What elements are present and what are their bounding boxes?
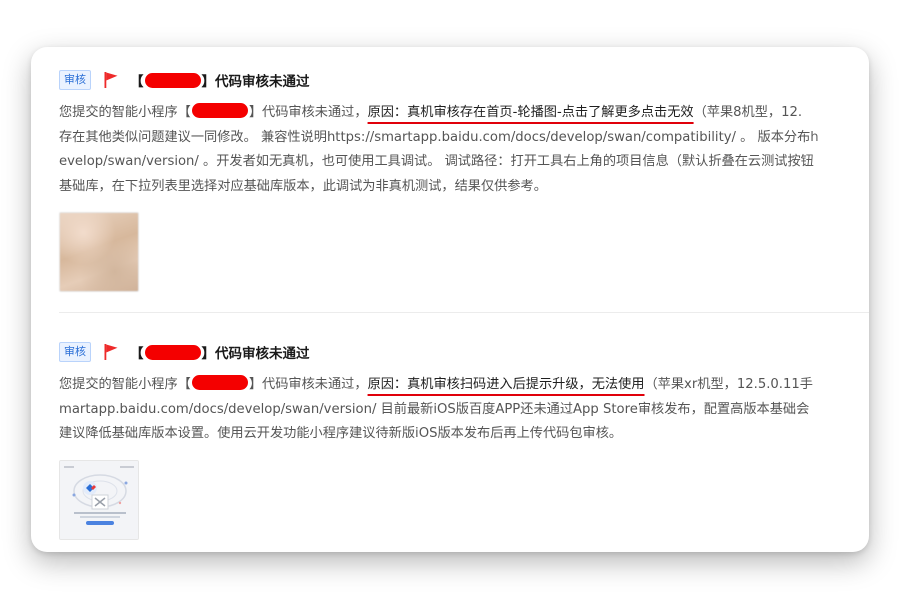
body-line: evelop/swan/version/ 。开发者如无真机，也可使用工具调试。 … bbox=[59, 154, 814, 169]
rejection-reason: 原因：真机审核存在首页-轮播图-点击了解更多点击无效 bbox=[367, 105, 694, 120]
redaction-mark bbox=[144, 345, 201, 360]
flag-icon[interactable] bbox=[103, 71, 119, 89]
message-header: 审核 【】代码审核未通过 bbox=[59, 69, 869, 91]
body-line: martapp.baidu.com/docs/develop/swan/vers… bbox=[59, 401, 810, 417]
review-message: 审核 【】代码审核未通过 您提交的智能小程序【 】代码审核未通过，原因：真机审核存… bbox=[59, 69, 869, 292]
message-header: 审核 【】代码审核未通过 bbox=[59, 341, 869, 363]
redaction-mark bbox=[191, 375, 248, 390]
screenshot-thumbnail[interactable] bbox=[59, 459, 139, 540]
flag-icon[interactable] bbox=[103, 343, 119, 361]
message-title: 【】代码审核未通过 bbox=[130, 345, 310, 362]
message-title: 【】代码审核未通过 bbox=[130, 73, 310, 90]
review-messages-card: 审核 【】代码审核未通过 您提交的智能小程序【 】代码审核未通过，原因：真机审核存… bbox=[31, 47, 869, 552]
body-line: 建议降低基础库版本设置。使用云开发功能小程序建议待新版iOS版本发布后再上传代码… bbox=[59, 426, 623, 441]
message-body: 您提交的智能小程序【 】代码审核未通过，原因：真机审核存在首页-轮播图-点击了解更… bbox=[59, 101, 869, 199]
audit-tag[interactable]: 审核 bbox=[59, 70, 91, 90]
screenshot-thumbnail[interactable] bbox=[59, 212, 139, 292]
review-message: 审核 【】代码审核未通过 您提交的智能小程序【 】代码审核未通过，原因：真机审核扫… bbox=[59, 341, 869, 540]
app-screenshot-image bbox=[60, 460, 138, 539]
body-line: 存在其他类似问题建议一同修改。 兼容性说明https://smartapp.ba… bbox=[59, 129, 819, 145]
body-line: 您提交的智能小程序【 】代码审核未通过，原因：真机审核存在首页-轮播图-点击了解更… bbox=[59, 103, 803, 120]
redaction-mark bbox=[144, 73, 201, 88]
redaction-mark bbox=[191, 103, 248, 118]
audit-tag[interactable]: 审核 bbox=[59, 342, 91, 362]
message-body: 您提交的智能小程序【 】代码审核未通过，原因：真机审核扫码进入后提示升级，无法使用… bbox=[59, 373, 869, 447]
body-line: 您提交的智能小程序【 】代码审核未通过，原因：真机审核扫码进入后提示升级，无法使用… bbox=[59, 375, 813, 392]
body-line: 基础库，在下拉列表里选择对应基础库版本，此调试为非真机测试，结果仅供参考。 bbox=[59, 178, 547, 194]
rejection-reason: 原因：真机审核扫码进入后提示升级，无法使用 bbox=[367, 377, 645, 392]
divider bbox=[59, 312, 869, 313]
